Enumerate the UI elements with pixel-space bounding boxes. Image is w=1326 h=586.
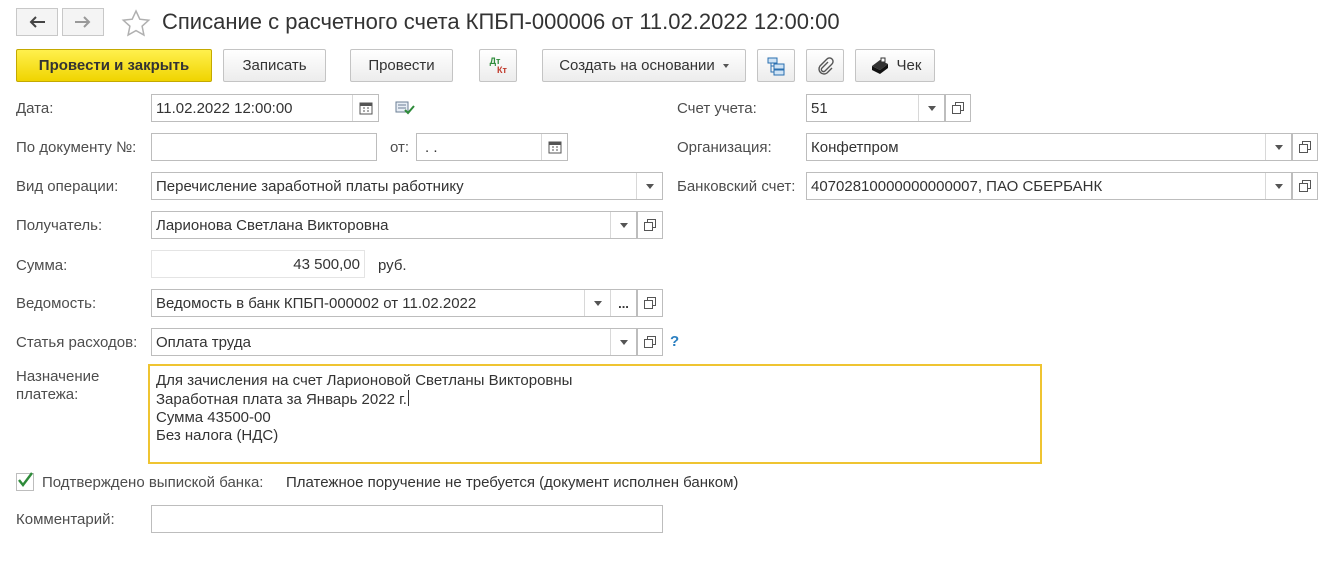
post-button[interactable]: Провести (350, 49, 453, 82)
back-button[interactable] (16, 8, 58, 36)
purpose-line: Сумма 43500-00 (156, 409, 271, 426)
checkmark-icon (18, 472, 33, 487)
chevron-down-icon (722, 63, 729, 68)
operation-type-value: Перечисление заработной платы работнику (156, 177, 464, 195)
arrow-right-icon (75, 16, 91, 28)
page-title: Списание с расчетного счета КПБП-000006 … (162, 9, 840, 34)
statement-select[interactable]: Ведомость в банк КПБП-000002 от 11.02.20… (151, 289, 637, 317)
forward-button[interactable] (62, 8, 104, 36)
chevron-down-icon[interactable] (1265, 173, 1291, 199)
expense-item-label: Статья расходов: (16, 334, 138, 351)
bank-account-value: 40702810000000000007, ПАО СБЕРБАНК (811, 177, 1103, 195)
date-field[interactable]: 11.02.2022 12:00:00 (151, 94, 379, 122)
chevron-down-icon[interactable] (610, 329, 636, 355)
recipient-open-button[interactable] (637, 211, 663, 239)
purpose-line: Для зачисления на счет Ларионовой Светла… (156, 372, 573, 389)
attach-button[interactable] (806, 49, 844, 82)
select-dots-button[interactable]: ... (610, 290, 636, 316)
chevron-down-icon[interactable] (584, 290, 610, 316)
recipient-label: Получатель: (16, 217, 103, 234)
open-icon (1299, 141, 1311, 153)
expense-item-open-button[interactable] (637, 328, 663, 356)
date-label: Дата: (16, 100, 54, 117)
cash-register-icon (871, 57, 888, 74)
currency-label: руб. (378, 257, 407, 274)
organization-value: Конфетпром (811, 138, 899, 156)
save-button[interactable]: Записать (223, 49, 326, 82)
text-caret (407, 390, 409, 406)
operation-type-select[interactable]: Перечисление заработной платы работнику (151, 172, 663, 200)
receipt-label: Чек (896, 57, 922, 74)
open-icon (952, 102, 964, 114)
doc-date-field[interactable]: . . (416, 133, 568, 161)
help-icon[interactable]: ? (670, 333, 679, 350)
doc-number-label: По документу №: (16, 139, 137, 156)
comment-input[interactable] (151, 505, 663, 533)
open-icon (644, 297, 656, 309)
operation-type-label: Вид операции: (16, 178, 119, 195)
edit-check-icon[interactable] (395, 100, 415, 120)
dt-kt-icon: Дт Кт (489, 56, 507, 75)
purpose-line: Без налога (НДС) (156, 427, 279, 444)
organization-select[interactable]: Конфетпром (806, 133, 1292, 161)
confirmed-checkbox[interactable] (16, 472, 34, 491)
chevron-down-icon[interactable] (1265, 134, 1291, 160)
structure-button[interactable] (757, 49, 795, 82)
purpose-textarea[interactable]: Для зачисления на счет Ларионовой Светла… (148, 364, 1042, 464)
post-and-close-button[interactable]: Провести и закрыть (16, 49, 212, 82)
amount-label: Сумма: (16, 257, 68, 274)
doc-number-input[interactable] (151, 133, 377, 161)
statement-open-button[interactable] (637, 289, 663, 317)
dt-kt-button[interactable]: Дт Кт (479, 49, 517, 82)
date-value: 11.02.2022 12:00:00 (156, 99, 293, 117)
doc-date-label: от: (390, 139, 410, 156)
purpose-line: Заработная плата за Январь 2022 г. (156, 391, 407, 408)
paperclip-icon (818, 56, 834, 75)
organization-open-button[interactable] (1292, 133, 1318, 161)
calendar-icon[interactable] (352, 95, 378, 121)
amount-value: 43 500,00 (293, 255, 360, 273)
bank-account-select[interactable]: 40702810000000000007, ПАО СБЕРБАНК (806, 172, 1292, 200)
account-open-button[interactable] (945, 94, 971, 122)
account-label: Счет учета: (677, 100, 757, 117)
comment-label: Комментарий: (16, 511, 115, 528)
hierarchy-icon (767, 57, 785, 75)
chevron-down-icon[interactable] (636, 173, 662, 199)
chevron-down-icon[interactable] (610, 212, 636, 238)
bank-account-open-button[interactable] (1292, 172, 1318, 200)
chevron-down-icon[interactable] (918, 95, 944, 121)
doc-date-value: . . (425, 138, 438, 156)
arrow-left-icon (29, 16, 45, 28)
open-icon (1299, 180, 1311, 192)
create-based-on-label: Создать на основании (559, 57, 715, 74)
expense-item-select[interactable]: Оплата труда (151, 328, 637, 356)
open-icon (644, 219, 656, 231)
kt-label: Кт (497, 64, 507, 75)
bank-account-label: Банковский счет: (677, 178, 796, 195)
statement-value: Ведомость в банк КПБП-000002 от 11.02.20… (156, 294, 477, 312)
receipt-button[interactable]: Чек (855, 49, 935, 82)
statement-label: Ведомость: (16, 295, 97, 312)
open-icon (644, 336, 656, 348)
favorite-star-icon[interactable] (121, 9, 151, 41)
expense-item-value: Оплата труда (156, 333, 251, 351)
confirmed-label[interactable]: Подтверждено выпиской банка: (42, 474, 263, 491)
account-value: 51 (811, 99, 828, 117)
create-based-on-button[interactable]: Создать на основании (542, 49, 746, 82)
purpose-label-line2: платежа: (16, 386, 79, 403)
recipient-select[interactable]: Ларионова Светлана Викторовна (151, 211, 637, 239)
confirmed-note: Платежное поручение не требуется (докуме… (286, 474, 739, 491)
organization-label: Организация: (677, 139, 772, 156)
amount-input[interactable]: 43 500,00 (151, 250, 365, 278)
recipient-value: Ларионова Светлана Викторовна (156, 216, 389, 234)
purpose-label-line1: Назначение (16, 368, 100, 385)
account-select[interactable]: 51 (806, 94, 945, 122)
purpose-line-with-caret: Заработная плата за Январь 2022 г. (156, 390, 1034, 409)
calendar-icon[interactable] (541, 134, 567, 160)
